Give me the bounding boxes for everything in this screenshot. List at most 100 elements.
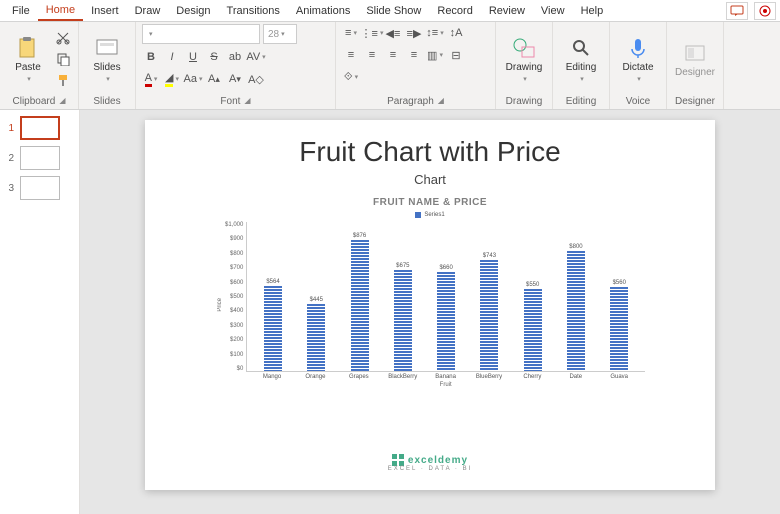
comments-button[interactable] xyxy=(726,2,748,20)
char-spacing-button[interactable]: AV▾ xyxy=(247,48,265,66)
group-editing: Editing ▾ Editing xyxy=(553,22,610,109)
logo-icon xyxy=(392,454,404,466)
font-size-select[interactable]: 28▾ xyxy=(263,24,297,44)
clear-format-button[interactable]: A◇ xyxy=(247,70,265,88)
bar-grapes: $876 xyxy=(346,233,374,371)
group-voice: Dictate ▾ Voice xyxy=(610,22,667,109)
designer-button[interactable]: Designer xyxy=(673,41,717,78)
x-axis: MangoOrangeGrapesBlackBerryBananaBlueBer… xyxy=(246,372,645,380)
menu-bar: FileHomeInsertDrawDesignTransitionsAnima… xyxy=(0,0,780,22)
tab-home[interactable]: Home xyxy=(38,1,83,21)
paste-button[interactable]: Paste ▾ xyxy=(6,36,50,83)
tab-draw[interactable]: Draw xyxy=(127,2,169,20)
search-icon xyxy=(569,36,593,60)
align-text-button[interactable]: ⊟ xyxy=(447,46,465,64)
tab-review[interactable]: Review xyxy=(481,2,533,20)
shrink-font-button[interactable]: A▾ xyxy=(226,70,244,88)
slides-button[interactable]: Slides ▾ xyxy=(85,36,129,83)
group-slides: Slides ▾ Slides xyxy=(79,22,136,109)
slide[interactable]: Fruit Chart with Price Chart FRUIT NAME … xyxy=(145,120,715,490)
slide-thumb-1[interactable]: 1 xyxy=(4,116,75,140)
chevron-down-icon: ▾ xyxy=(580,75,584,83)
highlight-button[interactable]: ◢▾ xyxy=(163,70,181,88)
bold-button[interactable]: B xyxy=(142,48,160,66)
paste-icon xyxy=(16,36,40,60)
tab-insert[interactable]: Insert xyxy=(83,2,127,20)
group-paragraph: ≡▾ ⋮≡▾ ◀≡ ≡▶ ↕≡▾ ↕A ≡ ≡ ≡ ≡ ▥▾ ⊟ ⟐▾ Para… xyxy=(336,22,496,109)
record-button[interactable] xyxy=(754,2,776,20)
text-direction-button[interactable]: ↕A xyxy=(447,24,465,42)
font-color-button[interactable]: A▾ xyxy=(142,70,160,88)
slide-subtitle[interactable]: Chart xyxy=(414,172,446,187)
numbering-button[interactable]: ⋮≡▾ xyxy=(363,24,381,42)
dictate-button[interactable]: Dictate ▾ xyxy=(616,36,660,83)
brand-logo: exceldemy EXCEL · DATA · BI xyxy=(388,454,473,478)
bar-blueberry: $743 xyxy=(475,253,503,371)
bar-cherry: $550 xyxy=(519,282,547,372)
dialog-launcher-icon[interactable]: ◢ xyxy=(244,96,250,107)
chevron-down-icon: ▾ xyxy=(106,75,110,83)
slide-thumb-3[interactable]: 3 xyxy=(4,176,75,200)
justify-button[interactable]: ≡ xyxy=(405,46,423,64)
chevron-down-icon: ▾ xyxy=(523,75,527,83)
chevron-down-icon: ▾ xyxy=(637,75,641,83)
chevron-down-icon: ▾ xyxy=(27,75,31,83)
designer-icon xyxy=(683,41,707,65)
bar-banana: $660 xyxy=(432,265,460,371)
shapes-icon xyxy=(512,36,536,60)
tab-design[interactable]: Design xyxy=(168,2,218,20)
change-case-button[interactable]: Aa▾ xyxy=(184,70,202,88)
tab-animations[interactable]: Animations xyxy=(288,2,358,20)
copy-button[interactable] xyxy=(54,50,72,68)
bar-date: $800 xyxy=(562,244,590,371)
group-designer: Designer Designer xyxy=(667,22,724,109)
align-center-button[interactable]: ≡ xyxy=(363,46,381,64)
italic-button[interactable]: I xyxy=(163,48,181,66)
bar-guava: $560 xyxy=(605,280,633,371)
dialog-launcher-icon[interactable]: ◢ xyxy=(59,96,65,107)
thumbnail-panel: 1 2 3 xyxy=(0,110,80,514)
workspace: 1 2 3 Fruit Chart with Price Chart FRUIT N… xyxy=(0,110,780,514)
slide-thumb-2[interactable]: 2 xyxy=(4,146,75,170)
tab-record[interactable]: Record xyxy=(429,2,480,20)
group-drawing: Drawing ▾ Drawing xyxy=(496,22,553,109)
font-name-select[interactable]: ▾ xyxy=(142,24,260,44)
plot-area: $564 $445 $876 $675 $660 $743 $550 $800 $560 xyxy=(246,222,645,372)
y-axis: $1,000$900$800$700$600$500$400$300$200$1… xyxy=(225,222,246,372)
indent-inc-button[interactable]: ≡▶ xyxy=(405,24,423,42)
ribbon: Paste ▾ Clipboard◢ Slides ▾ Slides ▾ 28▾ xyxy=(0,22,780,110)
bar-orange: $445 xyxy=(302,297,330,371)
align-left-button[interactable]: ≡ xyxy=(342,46,360,64)
group-clipboard: Paste ▾ Clipboard◢ xyxy=(0,22,79,109)
drawing-button[interactable]: Drawing ▾ xyxy=(502,36,546,83)
chart-title: FRUIT NAME & PRICE xyxy=(373,197,487,208)
chart[interactable]: Price $1,000$900$800$700$600$500$400$300… xyxy=(215,222,645,388)
columns-button[interactable]: ▥▾ xyxy=(426,46,444,64)
strikethrough-button[interactable]: S xyxy=(205,48,223,66)
y-axis-label: Price xyxy=(215,298,225,312)
group-font: ▾ 28▾ B I U S ab AV▾ A▾ ◢▾ Aa▾ A▴ A▾ A◇ … xyxy=(136,22,336,109)
tab-view[interactable]: View xyxy=(533,2,573,20)
format-painter-button[interactable] xyxy=(54,71,72,89)
align-right-button[interactable]: ≡ xyxy=(384,46,402,64)
indent-dec-button[interactable]: ◀≡ xyxy=(384,24,402,42)
underline-button[interactable]: U xyxy=(184,48,202,66)
convert-smartart-button[interactable]: ⟐▾ xyxy=(342,68,360,86)
cut-button[interactable] xyxy=(54,29,72,47)
tab-slide-show[interactable]: Slide Show xyxy=(358,2,429,20)
slide-canvas[interactable]: Fruit Chart with Price Chart FRUIT NAME … xyxy=(80,110,780,514)
shadow-button[interactable]: ab xyxy=(226,48,244,66)
legend-swatch xyxy=(415,212,421,218)
tab-transitions[interactable]: Transitions xyxy=(219,2,288,20)
grow-font-button[interactable]: A▴ xyxy=(205,70,223,88)
bullets-button[interactable]: ≡▾ xyxy=(342,24,360,42)
tab-help[interactable]: Help xyxy=(573,2,612,20)
tab-file[interactable]: File xyxy=(4,2,38,20)
bar-blackberry: $675 xyxy=(389,263,417,371)
bar-mango: $564 xyxy=(259,279,287,371)
editing-button[interactable]: Editing ▾ xyxy=(559,36,603,83)
dialog-launcher-icon[interactable]: ◢ xyxy=(438,96,444,107)
x-axis-label: Fruit xyxy=(246,382,645,388)
line-spacing-button[interactable]: ↕≡▾ xyxy=(426,24,444,42)
slide-title[interactable]: Fruit Chart with Price xyxy=(299,136,560,168)
